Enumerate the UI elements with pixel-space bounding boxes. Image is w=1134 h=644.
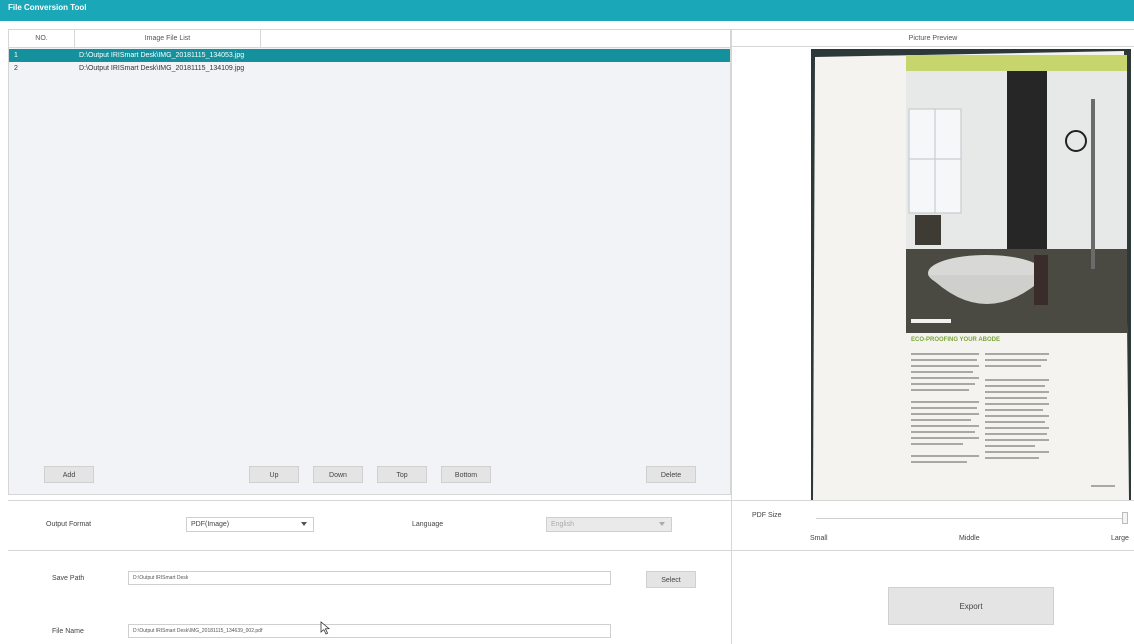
chevron-down-icon <box>301 522 307 526</box>
file-name-field[interactable]: D:\Output IRISmart Desk\IMG_20181115_134… <box>128 624 611 638</box>
pdf-size-small-label: Small <box>810 535 828 542</box>
file-list-panel: NO. Image File List 1 D:\Output IRISmart… <box>8 29 731 495</box>
preview-page-heading: ECO-PROOFING YOUR ABODE <box>911 337 1000 343</box>
table-header: NO. Image File List <box>9 30 730 48</box>
pdf-size-slider-handle[interactable] <box>1122 512 1128 524</box>
save-path-label: Save Path <box>52 575 85 582</box>
output-format-label: Output Format <box>46 521 92 528</box>
row-file-path: D:\Output IRISmart Desk\IMG_20181115_134… <box>79 52 245 59</box>
output-format-value: PDF(Image) <box>191 521 230 528</box>
divider <box>731 29 732 644</box>
picture-preview: ECO-PROOFING YOUR ABODE <box>811 49 1131 500</box>
row-number: 1 <box>14 52 18 59</box>
table-row[interactable]: 2 D:\Output IRISmart Desk\IMG_20181115_1… <box>9 62 730 75</box>
down-button[interactable]: Down <box>313 466 363 483</box>
row-number: 2 <box>14 65 18 72</box>
bottom-button[interactable]: Bottom <box>441 466 491 483</box>
preview-image: ECO-PROOFING YOUR ABODE <box>811 49 1131 500</box>
chevron-down-icon <box>659 522 665 526</box>
preview-header: Picture Preview <box>732 29 1134 47</box>
divider <box>8 500 1134 501</box>
up-button[interactable]: Up <box>249 466 299 483</box>
app-title: File Conversion Tool <box>8 3 87 12</box>
mouse-pointer-icon <box>320 621 331 635</box>
divider <box>8 550 1134 551</box>
pdf-size-large-label: Large <box>1111 535 1129 542</box>
select-button[interactable]: Select <box>646 571 696 588</box>
pdf-size-middle-label: Middle <box>959 535 980 542</box>
column-header-no[interactable]: NO. <box>9 30 75 48</box>
language-select: English <box>546 517 672 532</box>
language-label: Language <box>412 521 444 528</box>
export-button[interactable]: Export <box>888 587 1054 625</box>
top-button[interactable]: Top <box>377 466 427 483</box>
table-row[interactable]: 1 D:\Output IRISmart Desk\IMG_20181115_1… <box>9 49 730 62</box>
column-header-image-file-list[interactable]: Image File List <box>75 30 261 48</box>
output-format-select[interactable]: PDF(Image) <box>186 517 314 532</box>
add-button[interactable]: Add <box>44 466 94 483</box>
file-rows: 1 D:\Output IRISmart Desk\IMG_20181115_1… <box>9 49 730 75</box>
pdf-size-label: PDF Size <box>752 512 782 519</box>
save-path-field[interactable]: D:\Output IRISmart Desk <box>128 571 611 585</box>
delete-button[interactable]: Delete <box>646 466 696 483</box>
title-bar: File Conversion Tool <box>0 0 1134 21</box>
pdf-size-slider[interactable] <box>816 518 1128 519</box>
file-name-label: File Name <box>52 628 84 635</box>
row-file-path: D:\Output IRISmart Desk\IMG_20181115_134… <box>79 65 245 72</box>
language-value: English <box>551 521 574 528</box>
